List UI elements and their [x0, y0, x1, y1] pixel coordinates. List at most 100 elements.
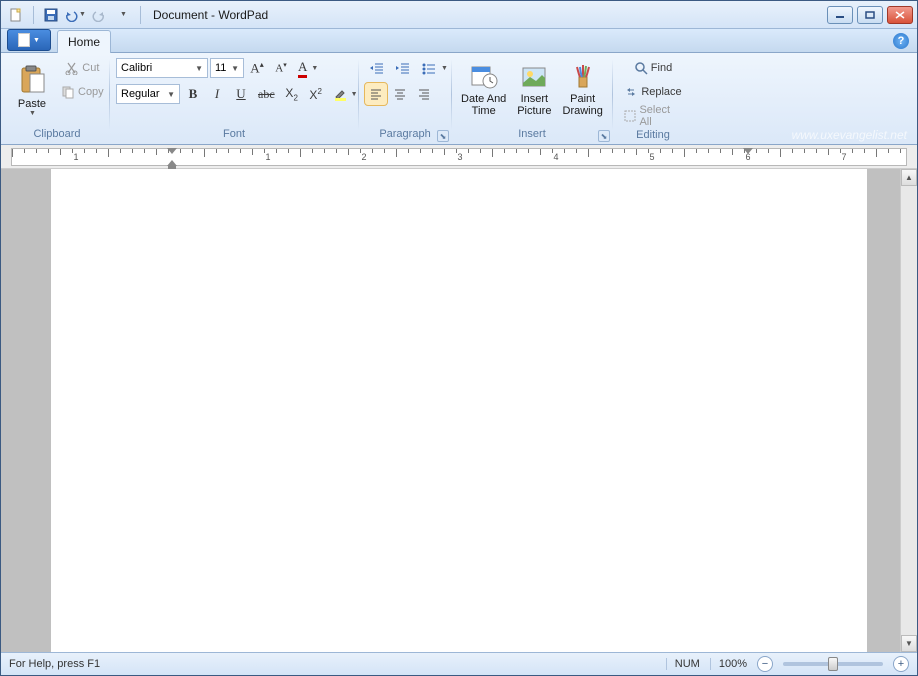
increase-indent-button[interactable]	[391, 57, 415, 79]
quick-access-toolbar: ▼ ▼	[5, 4, 145, 26]
chevron-down-icon: ▼	[120, 11, 127, 18]
new-document-button[interactable]	[5, 4, 27, 26]
window-title: Document - WordPad	[153, 8, 268, 22]
save-button[interactable]	[40, 4, 62, 26]
paste-button[interactable]: Paste ▼	[11, 57, 53, 123]
select-all-button[interactable]: Select All	[619, 105, 687, 127]
group-label-paragraph: Paragraph	[365, 126, 445, 142]
bold-button[interactable]: B	[182, 83, 204, 105]
align-right-icon	[417, 87, 431, 101]
highlight-color-button[interactable]: ▼	[329, 83, 362, 105]
font-style-select[interactable]: Regular▼	[116, 84, 180, 104]
copy-button[interactable]: Copy	[57, 81, 108, 103]
decrease-indent-icon	[369, 61, 385, 75]
align-center-button[interactable]	[389, 83, 411, 105]
grow-font-button[interactable]: A▴	[246, 57, 268, 79]
scroll-down-button[interactable]: ▼	[901, 635, 917, 652]
file-menu-button[interactable]: ▼	[7, 29, 51, 51]
paste-label: Paste	[18, 98, 46, 110]
right-indent-marker[interactable]	[743, 148, 753, 154]
tab-home[interactable]: Home	[57, 30, 111, 53]
zoom-slider-thumb[interactable]	[828, 657, 838, 671]
date-time-label: Date And Time	[461, 93, 506, 117]
date-time-button[interactable]: Date And Time	[458, 57, 509, 123]
font-size-select[interactable]: 11▼	[210, 58, 244, 78]
align-left-icon	[369, 87, 383, 101]
font-name-select[interactable]: Calibri ▼	[116, 58, 208, 78]
copy-icon	[61, 85, 75, 99]
decrease-indent-button[interactable]	[365, 57, 389, 79]
strikethrough-icon: abc	[258, 87, 275, 102]
minimize-button[interactable]	[827, 6, 853, 24]
insert-picture-label: Insert Picture	[517, 93, 551, 117]
paint-drawing-button[interactable]: Paint Drawing	[559, 57, 606, 123]
document-page[interactable]	[51, 169, 867, 652]
font-color-icon: A	[298, 59, 307, 78]
zoom-in-button[interactable]: +	[893, 656, 909, 672]
italic-icon: I	[215, 86, 219, 102]
zoom-slider[interactable]	[783, 662, 883, 666]
scroll-up-button[interactable]: ▲	[901, 169, 917, 186]
indent-marker[interactable]	[167, 148, 177, 154]
maximize-button[interactable]	[857, 6, 883, 24]
zoom-out-button[interactable]: −	[757, 656, 773, 672]
ruler-number: 4	[553, 152, 558, 162]
chevron-down-icon: ▼	[441, 65, 448, 72]
ruler-number: 3	[457, 152, 462, 162]
group-clipboard: Paste ▼ Cut Copy Clipboard	[5, 55, 109, 144]
paragraph-dialog-launcher[interactable]: ⬊	[437, 130, 449, 142]
picture-icon	[520, 63, 548, 91]
shrink-font-icon: A▾	[275, 61, 286, 75]
align-left-button[interactable]	[365, 83, 387, 105]
replace-label: Replace	[641, 86, 681, 98]
group-label-editing: Editing	[619, 127, 687, 143]
close-button[interactable]	[887, 6, 913, 24]
horizontal-ruler[interactable]: 11234567	[11, 148, 907, 166]
find-icon	[634, 61, 648, 75]
bullet-list-button[interactable]: ▼	[417, 57, 452, 79]
app-window: ▼ ▼ Document - WordPad ▼ Home ?	[0, 0, 918, 676]
chevron-down-icon: ▼	[351, 91, 358, 98]
window-controls	[827, 6, 913, 24]
align-right-button[interactable]	[413, 83, 435, 105]
shrink-font-button[interactable]: A▾	[270, 57, 292, 79]
replace-button[interactable]: Replace	[619, 81, 687, 103]
chevron-down-icon: ▼	[29, 110, 36, 117]
superscript-button[interactable]: X2	[305, 83, 327, 105]
grow-font-icon: A▴	[250, 60, 263, 76]
vertical-scrollbar[interactable]: ▲ ▼	[900, 169, 917, 652]
align-center-icon	[393, 87, 407, 101]
find-button[interactable]: Find	[619, 57, 687, 79]
strikethrough-button[interactable]: abc	[254, 83, 279, 105]
save-icon	[43, 7, 59, 23]
underline-button[interactable]: U	[230, 83, 252, 105]
font-name-value: Calibri	[121, 62, 152, 74]
increase-indent-icon	[395, 61, 411, 75]
qat-customize-button[interactable]: ▼	[112, 4, 134, 26]
italic-button[interactable]: I	[206, 83, 228, 105]
undo-button[interactable]: ▼	[64, 4, 86, 26]
help-button[interactable]: ?	[893, 33, 909, 49]
status-zoom-level: 100%	[710, 658, 747, 670]
redo-button[interactable]	[88, 4, 110, 26]
bold-icon: B	[189, 86, 198, 102]
subscript-button[interactable]: X2	[281, 83, 303, 105]
cut-icon	[65, 61, 79, 75]
group-font: Calibri▼ 11▼ A▴ A▾ A▼ Regular▼ B I U abc…	[110, 55, 358, 144]
ruler-number: 1	[265, 152, 270, 162]
document-area: ▲ ▼	[1, 169, 917, 652]
cut-button[interactable]: Cut	[57, 57, 108, 79]
ruler-number: 2	[361, 152, 366, 162]
chevron-down-icon: ▼	[311, 65, 318, 72]
chevron-down-icon: ▼	[195, 64, 203, 73]
chevron-down-icon: ▼	[231, 64, 239, 73]
insert-dialog-launcher[interactable]: ⬊	[598, 130, 610, 142]
insert-picture-button[interactable]: Insert Picture	[513, 57, 555, 123]
status-help-text: For Help, press F1	[9, 658, 100, 670]
copy-label: Copy	[78, 86, 104, 98]
new-doc-icon	[8, 7, 24, 23]
font-color-button[interactable]: A▼	[294, 57, 322, 79]
underline-icon: U	[236, 86, 245, 102]
list-icon	[421, 61, 437, 75]
chevron-down-icon: ▼	[167, 90, 175, 99]
